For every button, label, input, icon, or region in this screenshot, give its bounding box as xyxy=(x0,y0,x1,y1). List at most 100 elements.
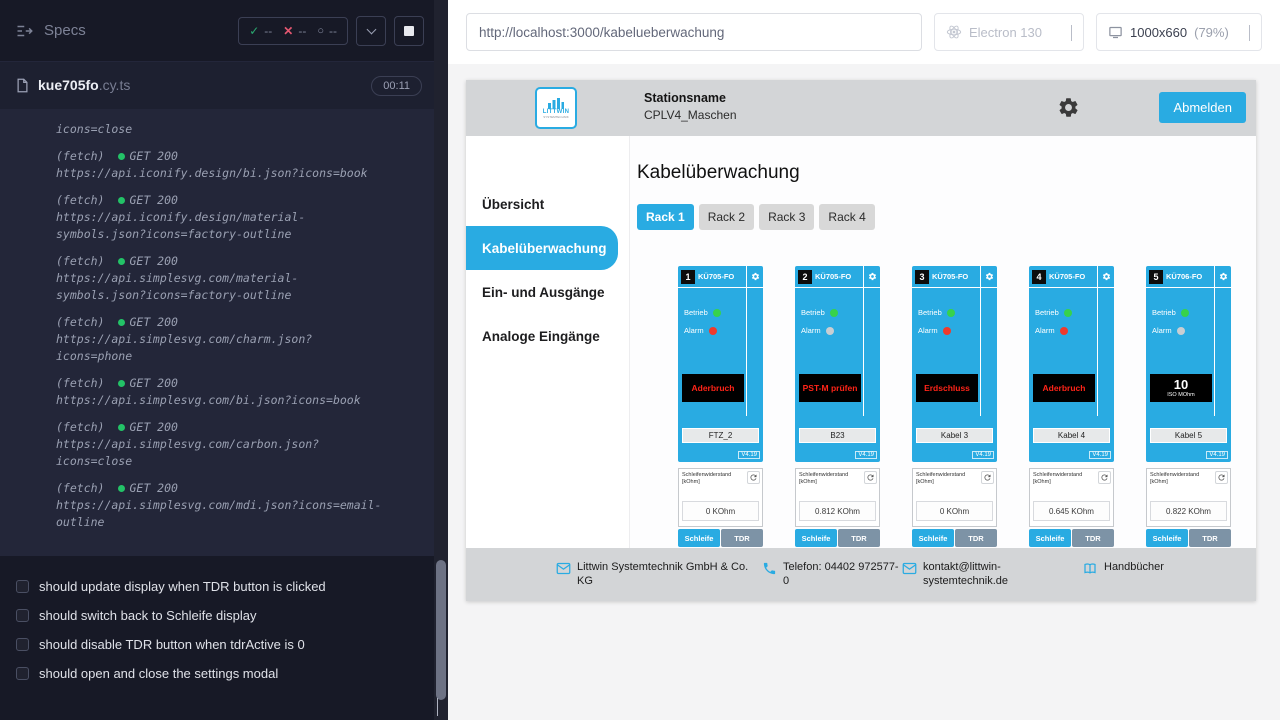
refresh-icon[interactable] xyxy=(1215,471,1228,484)
tab-rack-1[interactable]: Rack 1 xyxy=(637,204,694,230)
nav-item-kabelueberwachung[interactable]: Kabelüberwachung xyxy=(466,226,618,270)
runner-scrollbar[interactable] xyxy=(434,0,448,720)
status-dot-icon xyxy=(118,153,125,160)
refresh-icon[interactable] xyxy=(747,471,760,484)
test-title[interactable]: should switch back to Schleife display xyxy=(16,601,428,630)
specs-label: Specs xyxy=(44,22,86,39)
log-status: GET 200 xyxy=(129,193,177,207)
spec-timer: 00:11 xyxy=(371,76,422,96)
scroll-down-icon[interactable] xyxy=(437,698,438,716)
tdr-button[interactable]: TDR xyxy=(838,529,880,547)
viewport-icon xyxy=(1108,25,1123,40)
test-runner-panel: Specs ✓-- ✕-- ○-- kue705fo.cy.ts 00:11 i… xyxy=(0,0,448,720)
specs-toggle-icon[interactable] xyxy=(16,24,34,38)
url-text: http://localhost:3000/kabelueberwachung xyxy=(479,25,724,40)
tdr-button[interactable]: TDR xyxy=(955,529,997,547)
log-prefix: (fetch) xyxy=(56,376,104,390)
log-continuation: icons=close xyxy=(56,121,388,138)
viewport-size: 1000x660 xyxy=(1130,25,1187,40)
refresh-icon[interactable] xyxy=(864,471,877,484)
log-prefix: (fetch) xyxy=(56,481,104,495)
fetch-log-entry[interactable]: (fetch)GET 200 https://api.iconify.desig… xyxy=(56,192,420,243)
passed-count: -- xyxy=(264,24,272,38)
measurement-panel: Schleifenwiderstand [kOhm] 0 KOhm xyxy=(678,468,763,527)
tab-rack-3[interactable]: Rack 3 xyxy=(759,204,814,230)
tdr-button[interactable]: TDR xyxy=(1072,529,1114,547)
device-gear-icon[interactable] xyxy=(1219,272,1228,281)
browser-toolbar: http://localhost:3000/kabelueberwachung … xyxy=(448,0,1280,64)
tdr-button[interactable]: TDR xyxy=(1189,529,1231,547)
footer-email[interactable]: kontakt@littwin-systemtechnik.de xyxy=(902,560,1018,588)
nav-item-ein-und-ausgaenge[interactable]: Ein- und Ausgänge xyxy=(466,270,629,314)
passed-icon: ✓ xyxy=(249,24,259,38)
pending-icon: ○ xyxy=(317,25,324,37)
nav-item-uebersicht[interactable]: Übersicht xyxy=(466,182,629,226)
browser-select[interactable]: Electron 130 xyxy=(934,13,1084,51)
measurement-label: Schleifenwiderstand [kOhm] xyxy=(799,472,861,486)
log-status: GET 200 xyxy=(129,376,177,390)
device-panel: 4 KÜ705-FO Betrieb Alarm Aderbruch Kabel… xyxy=(1029,266,1114,462)
collapse-runs-button[interactable] xyxy=(356,16,386,46)
fetch-log-entry[interactable]: (fetch)GET 200 https://api.simplesvg.com… xyxy=(56,314,420,365)
chevron-down-icon xyxy=(1071,25,1072,40)
status-dot-icon xyxy=(118,258,125,265)
chevron-down-icon xyxy=(1249,25,1250,40)
schleife-button[interactable]: Schleife xyxy=(912,529,954,547)
betrieb-led xyxy=(1064,309,1072,317)
schleife-button[interactable]: Schleife xyxy=(678,529,720,547)
schleife-button[interactable]: Schleife xyxy=(1029,529,1071,547)
alarm-led xyxy=(1060,327,1068,335)
url-input[interactable]: http://localhost:3000/kabelueberwachung xyxy=(466,13,922,51)
log-url: https://api.simplesvg.com/carbon.json?ic… xyxy=(56,436,388,470)
scrollbar-thumb[interactable] xyxy=(436,560,446,700)
betrieb-label: Betrieb xyxy=(801,308,825,317)
tdr-button[interactable]: TDR xyxy=(721,529,763,547)
fetch-log-entry[interactable]: (fetch)GET 200 https://api.simplesvg.com… xyxy=(56,253,420,304)
device-gear-icon[interactable] xyxy=(868,272,877,281)
page-title: Kabelüberwachung xyxy=(637,162,1256,184)
settings-gear-icon[interactable] xyxy=(1057,96,1080,119)
tab-rack-2[interactable]: Rack 2 xyxy=(699,204,754,230)
device-panel: 5 KÜ706-FO Betrieb Alarm 10 ISO MOhm xyxy=(1146,266,1231,462)
logout-button[interactable]: Abmelden xyxy=(1159,92,1246,123)
fetch-log-entry[interactable]: (fetch)GET 200 https://api.iconify.desig… xyxy=(56,148,420,182)
schleife-button[interactable]: Schleife xyxy=(795,529,837,547)
device-gear-icon[interactable] xyxy=(1102,272,1111,281)
fetch-log-entry[interactable]: (fetch)GET 200 https://api.simplesvg.com… xyxy=(56,480,420,531)
spec-file-row[interactable]: kue705fo.cy.ts 00:11 xyxy=(0,62,448,109)
viewport-select[interactable]: 1000x660 (79%) xyxy=(1096,13,1262,51)
device-model: KÜ706-FO xyxy=(1166,272,1202,281)
alarm-led xyxy=(709,327,717,335)
betrieb-label: Betrieb xyxy=(684,308,708,317)
status-display: Erdschluss xyxy=(916,374,978,402)
log-status: GET 200 xyxy=(129,254,177,268)
test-title[interactable]: should disable TDR button when tdrActive… xyxy=(16,630,428,659)
stop-tests-button[interactable] xyxy=(394,16,424,46)
footer-handbuecher[interactable]: Handbücher xyxy=(1082,560,1164,576)
schleife-button[interactable]: Schleife xyxy=(1146,529,1188,547)
log-url: https://api.simplesvg.com/bi.json?icons=… xyxy=(56,392,388,409)
test-title[interactable]: should open and close the settings modal xyxy=(16,659,428,688)
measurement-label: Schleifenwiderstand [kOhm] xyxy=(916,472,978,486)
log-url: https://api.iconify.design/material-symb… xyxy=(56,209,388,243)
fetch-log-entry[interactable]: (fetch) GET 200 https://api.simplesvg.com… xyxy=(56,375,420,409)
test-title[interactable]: should update display when TDR button is… xyxy=(16,572,428,601)
device-card: 3 KÜ705-FO Betrieb Alarm Erdschluss Kabe… xyxy=(912,266,997,547)
electron-icon xyxy=(946,24,962,40)
divider xyxy=(863,266,864,416)
measurement-value: 0.645 KOhm xyxy=(1033,501,1110,521)
fetch-log-entry[interactable]: (fetch)GET 200 https://api.simplesvg.com… xyxy=(56,419,420,470)
device-gear-icon[interactable] xyxy=(751,272,760,281)
refresh-icon[interactable] xyxy=(981,471,994,484)
device-card: 2 KÜ705-FO Betrieb Alarm PST-M prüfen B2… xyxy=(795,266,880,547)
nav-item-analoge-eingaenge[interactable]: Analoge Eingänge xyxy=(466,314,629,358)
status-dot-icon xyxy=(118,424,125,431)
device-model: KÜ705-FO xyxy=(815,272,851,281)
tab-rack-4[interactable]: Rack 4 xyxy=(819,204,874,230)
betrieb-led xyxy=(713,309,721,317)
alarm-led xyxy=(1177,327,1185,335)
device-gear-icon[interactable] xyxy=(985,272,994,281)
device-model: KÜ705-FO xyxy=(698,272,734,281)
refresh-icon[interactable] xyxy=(1098,471,1111,484)
device-card: 4 KÜ705-FO Betrieb Alarm Aderbruch Kabel… xyxy=(1029,266,1114,547)
